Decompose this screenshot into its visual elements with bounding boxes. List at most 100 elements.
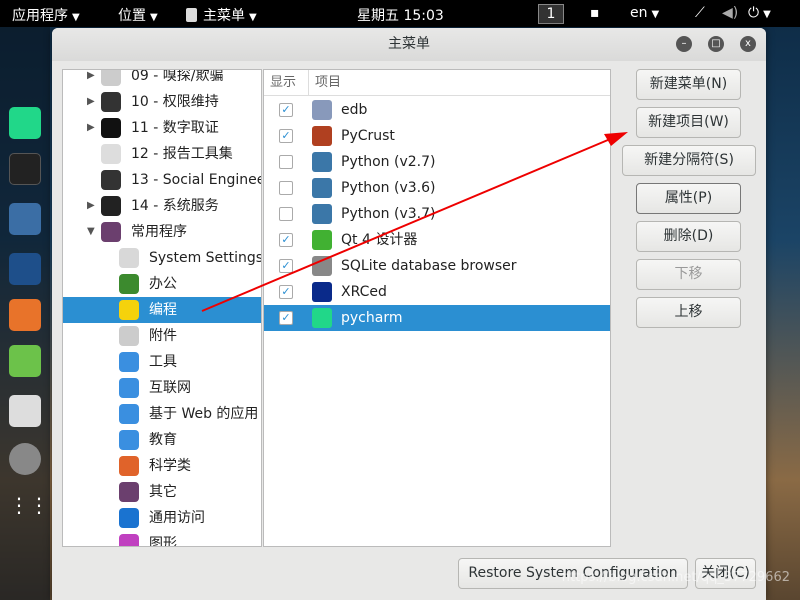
tree-item-label: 12 - 报告工具集 [131, 146, 233, 162]
tree-item[interactable]: 教育 [63, 427, 261, 453]
items-list[interactable]: 显示 项目 ✓ edb ✓ PyCrust Python (v2.7) Python (v… [263, 69, 611, 547]
main-menu-indicator[interactable]: 主菜单 ▼ [186, 5, 257, 25]
expander-right-icon[interactable]: ▶ [87, 89, 95, 115]
cutycapt-dock-icon[interactable] [9, 443, 41, 475]
show-checkbox[interactable]: ✓ [279, 233, 293, 247]
category-icon [119, 248, 139, 268]
item-label: Python (v3.7) [341, 206, 436, 222]
maximize-icon[interactable]: □ [708, 36, 724, 52]
item-label: Python (v2.7) [341, 154, 436, 170]
notes-dock-icon[interactable] [9, 345, 41, 377]
list-item[interactable]: Python (v3.6) [264, 175, 610, 201]
tree-item-label: 教育 [149, 432, 177, 448]
metasploit-dock-icon[interactable] [9, 253, 41, 285]
tree-item[interactable]: 科学类 [63, 453, 261, 479]
category-icon [101, 144, 121, 164]
tree-item[interactable]: 附件 [63, 323, 261, 349]
delete-button[interactable]: 删除(D) [636, 221, 741, 252]
show-checkbox[interactable] [279, 207, 293, 221]
workspace-indicator[interactable]: 1 [538, 4, 564, 24]
clock[interactable]: 星期五 15:03 [357, 5, 444, 25]
tree-item-label: 办公 [149, 276, 177, 292]
network-icon[interactable]: ⟋ [695, 5, 705, 21]
list-item[interactable]: Python (v3.7) [264, 201, 610, 227]
category-icon [101, 118, 121, 138]
list-item[interactable]: ✓ Qt 4 设计器 [264, 227, 610, 253]
tree-item[interactable]: 工具 [63, 349, 261, 375]
places-menu[interactable]: 位置 ▼ [118, 5, 158, 25]
tree-item-label: 编程 [149, 302, 177, 318]
camera-icon[interactable]: ▪ [590, 5, 600, 21]
files-dock-icon[interactable] [9, 203, 41, 235]
item-label: edb [341, 102, 368, 118]
category-icon [119, 378, 139, 398]
expander-right-icon[interactable]: ▶ [87, 70, 95, 89]
show-checkbox[interactable]: ✓ [279, 103, 293, 117]
restore-system-configuration-button[interactable]: Restore System Configuration [458, 558, 688, 589]
new-menu-button[interactable]: 新建菜单(N) [636, 69, 741, 100]
column-item[interactable]: 项目 [308, 70, 341, 96]
item-label: pycharm [341, 310, 403, 326]
category-icon [101, 92, 121, 112]
category-icon [119, 404, 139, 424]
applications-menu[interactable]: 应用程序 ▼ [12, 5, 80, 25]
language-menu[interactable]: en ▼ [630, 5, 659, 21]
expander-down-icon[interactable]: ▼ [87, 219, 95, 245]
properties-button[interactable]: 属性(P) [636, 183, 741, 214]
show-checkbox[interactable]: ✓ [279, 285, 293, 299]
tree-item[interactable]: 办公 [63, 271, 261, 297]
tree-item[interactable]: ▶ 14 - 系统服务 [63, 193, 261, 219]
new-item-button[interactable]: 新建项目(W) [636, 107, 741, 138]
move-up-button[interactable]: 上移 [636, 297, 741, 328]
category-icon [101, 222, 121, 242]
tree-item[interactable]: 图形 [63, 531, 261, 547]
expander-right-icon[interactable]: ▶ [87, 193, 95, 219]
show-checkbox[interactable] [279, 181, 293, 195]
menu-tree[interactable]: ▶ 09 - 嗅探/欺骗 ▶ 10 - 权限维持 ▶ 11 - 数字取证 12 - 报告工具… [62, 69, 262, 547]
category-icon [119, 430, 139, 450]
tree-item[interactable]: 12 - 报告工具集 [63, 141, 261, 167]
tree-item[interactable]: 编程 [63, 297, 261, 323]
close-button[interactable]: 关闭(C) [695, 558, 756, 589]
list-dock-icon[interactable] [9, 395, 41, 427]
list-item[interactable]: Python (v2.7) [264, 149, 610, 175]
tree-item[interactable]: ▶ 11 - 数字取证 [63, 115, 261, 141]
column-show[interactable]: 显示 [270, 70, 296, 96]
tree-item[interactable]: ▶ 10 - 权限维持 [63, 89, 261, 115]
tree-item[interactable]: ▶ 09 - 嗅探/欺骗 [63, 70, 261, 89]
close-icon[interactable]: x [740, 36, 756, 52]
list-item[interactable]: ✓ PyCrust [264, 123, 610, 149]
list-item[interactable]: ✓ XRCed [264, 279, 610, 305]
expander-right-icon[interactable]: ▶ [87, 115, 95, 141]
show-checkbox[interactable]: ✓ [279, 129, 293, 143]
list-item[interactable]: ✓ pycharm [264, 305, 610, 331]
tree-item[interactable]: System Settings [63, 245, 261, 271]
move-down-button[interactable]: 下移 [636, 259, 741, 290]
list-item[interactable]: ✓ SQLite database browser [264, 253, 610, 279]
tree-item[interactable]: 基于 Web 的应用 [63, 401, 261, 427]
tree-item[interactable]: 其它 [63, 479, 261, 505]
tree-item-label: 其它 [149, 484, 177, 500]
show-checkbox[interactable]: ✓ [279, 259, 293, 273]
pycharm-dock-icon[interactable] [9, 107, 41, 139]
volume-icon[interactable]: ◀) [722, 5, 738, 21]
tree-item[interactable]: 13 - Social Engineer [63, 167, 261, 193]
show-checkbox[interactable] [279, 155, 293, 169]
burpsuite-dock-icon[interactable] [9, 299, 41, 331]
tree-item-label: 图形 [149, 536, 177, 547]
title-bar[interactable]: 主菜单 [52, 28, 766, 61]
new-separator-button[interactable]: 新建分隔符(S) [622, 145, 756, 176]
show-checkbox[interactable]: ✓ [279, 311, 293, 325]
window-title: 主菜单 [388, 36, 430, 52]
minimize-icon[interactable]: – [676, 36, 692, 52]
power-menu[interactable]: ⏻ ▼ [748, 5, 771, 21]
item-label: XRCed [341, 284, 387, 300]
list-item[interactable]: ✓ edb [264, 97, 610, 123]
app-icon [312, 204, 332, 224]
tree-item[interactable]: 通用访问 [63, 505, 261, 531]
tree-item[interactable]: 互联网 [63, 375, 261, 401]
show-apps-icon[interactable]: ⋮⋮ [9, 493, 49, 525]
power-icon: ⏻ [748, 5, 760, 21]
terminal-dock-icon[interactable] [9, 153, 41, 185]
tree-item[interactable]: ▼ 常用程序 [63, 219, 261, 245]
